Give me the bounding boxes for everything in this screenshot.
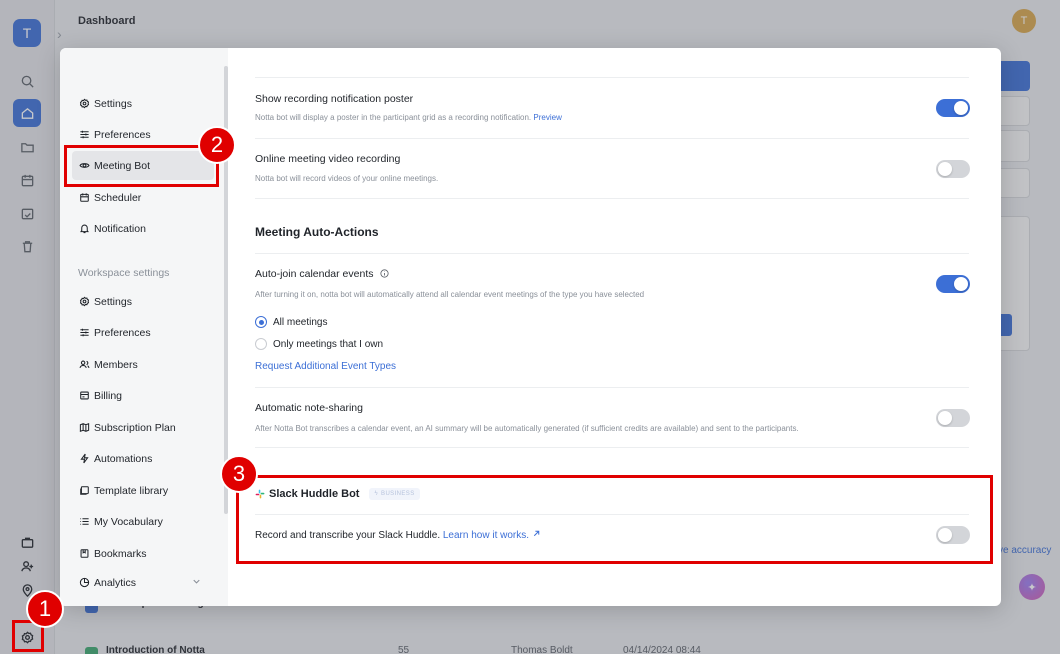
sliders-icon: [80, 130, 89, 139]
setting-description-text: Notta bot will display a poster in the p…: [255, 113, 532, 122]
nav-label: Preferences: [94, 326, 151, 339]
list-icon: [80, 518, 89, 525]
poster-toggle[interactable]: [936, 99, 970, 117]
divider: [255, 387, 969, 388]
chart-icon: [79, 577, 90, 588]
setting-description: After Notta Bot transcribes a calendar e…: [255, 424, 799, 433]
step-marker-1: 1: [26, 590, 64, 628]
radio-own-meetings[interactable]: Only meetings that I own: [255, 338, 383, 350]
divider: [255, 198, 969, 199]
billing-icon: [80, 391, 89, 400]
setting-title: Automatic note-sharing: [255, 402, 363, 414]
nav-notification[interactable]: Notification: [72, 214, 214, 243]
nav-analytics[interactable]: Analytics: [72, 568, 214, 597]
nav-label: Subscription Plan: [94, 421, 176, 434]
nav-label: Notification: [94, 222, 146, 235]
map-icon: [79, 422, 90, 433]
gear-icon: [79, 296, 90, 307]
highlight-meeting-bot: [64, 145, 219, 187]
divider: [255, 138, 969, 139]
nav-label: Members: [94, 358, 138, 371]
note-sharing-toggle[interactable]: [936, 409, 970, 427]
radio-button[interactable]: [255, 316, 267, 328]
setting-description: Notta bot will record videos of your onl…: [255, 174, 439, 183]
bolt-icon: [80, 453, 89, 464]
highlight-slack-huddle-bot: [236, 475, 993, 564]
setting-description: After turning it on, notta bot will auto…: [255, 290, 645, 299]
workspace-settings-heading: Workspace settings: [78, 267, 170, 279]
nav-template-library[interactable]: Template library: [72, 476, 214, 505]
users-icon: [79, 360, 90, 369]
step-marker-2: 2: [198, 126, 236, 164]
section-heading: Meeting Auto-Actions: [255, 225, 379, 239]
nav-subscription-plan[interactable]: Subscription Plan: [72, 413, 214, 442]
radio-all-meetings[interactable]: All meetings: [255, 316, 327, 328]
video-recording-toggle[interactable]: [936, 160, 970, 178]
nav-label: Settings: [94, 97, 132, 110]
nav-label: Analytics: [94, 576, 137, 589]
setting-description: Notta bot will display a poster in the p…: [255, 113, 562, 122]
setting-title: Online meeting video recording: [255, 153, 401, 165]
setting-title: Auto-join calendar events: [255, 268, 389, 280]
nav-billing[interactable]: Billing: [72, 381, 214, 410]
nav-settings[interactable]: Settings: [72, 89, 214, 118]
bookmark-icon: [80, 549, 89, 558]
nav-label: Settings: [94, 295, 132, 308]
divider: [255, 447, 969, 448]
nav-label: Scheduler: [94, 191, 142, 204]
nav-workspace-preferences[interactable]: Preferences: [72, 318, 214, 347]
radio-label: Only meetings that I own: [273, 338, 384, 350]
info-icon[interactable]: [380, 269, 389, 278]
gear-icon: [79, 98, 90, 109]
bell-icon: [80, 224, 89, 234]
nav-my-vocabulary[interactable]: My Vocabulary: [72, 507, 214, 536]
auto-join-toggle[interactable]: [936, 275, 970, 293]
radio-label: All meetings: [273, 316, 328, 328]
template-icon: [80, 486, 89, 495]
nav-label: Preferences: [94, 128, 151, 141]
divider: [255, 77, 969, 78]
sliders-icon: [80, 328, 89, 337]
radio-button[interactable]: [255, 338, 267, 350]
divider: [255, 253, 969, 254]
setting-title-text: Auto-join calendar events: [255, 268, 374, 280]
preview-link[interactable]: Preview: [533, 113, 561, 122]
chevron-down-icon: [193, 579, 200, 584]
nav-bookmarks[interactable]: Bookmarks: [72, 539, 214, 568]
nav-automations[interactable]: Automations: [72, 444, 214, 473]
nav-label: Automations: [94, 452, 153, 465]
request-event-types-link[interactable]: Request Additional Event Types: [255, 361, 396, 372]
calendar-icon: [80, 193, 89, 202]
setting-title: Show recording notification poster: [255, 93, 414, 105]
nav-label: Bookmarks: [94, 547, 147, 560]
nav-label: Billing: [94, 389, 123, 402]
nav-workspace-settings[interactable]: Settings: [72, 287, 214, 316]
nav-label: My Vocabulary: [94, 515, 163, 528]
nav-members[interactable]: Members: [72, 350, 214, 379]
nav-label: Template library: [94, 484, 169, 497]
step-marker-3: 3: [220, 455, 258, 493]
nav-scheduler[interactable]: Scheduler: [72, 183, 214, 212]
